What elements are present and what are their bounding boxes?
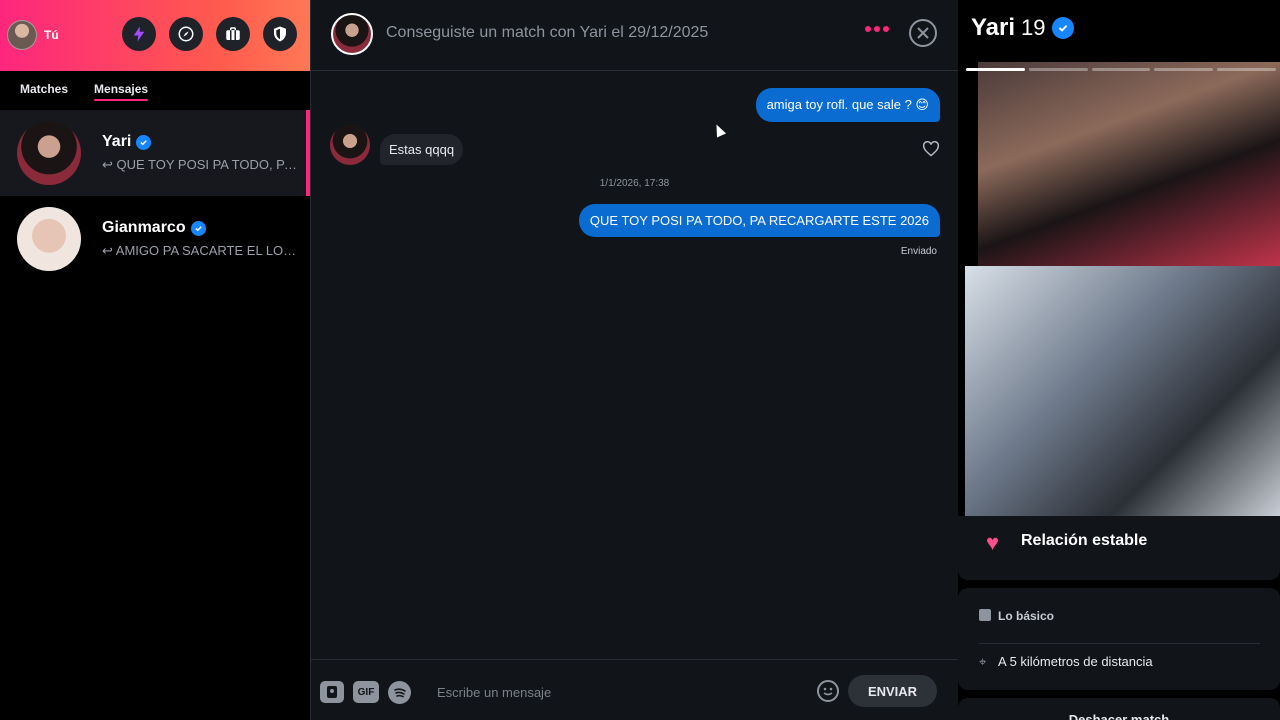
my-avatar[interactable]	[7, 20, 37, 50]
distance-text: A 5 kilómetros de distancia	[998, 654, 1153, 669]
send-button[interactable]: ENVIAR	[848, 675, 937, 707]
match-avatar[interactable]	[331, 13, 373, 55]
unmatch-card: Deshacer match	[958, 698, 1280, 720]
verified-badge-icon	[190, 220, 206, 236]
profile-age: 19	[1021, 15, 1046, 40]
photo-indicator[interactable]	[966, 68, 1025, 71]
sidebar-header: Tú	[0, 0, 310, 71]
chat-panel: Conseguiste un match con Yari el 29/12/2…	[311, 0, 958, 720]
relationship-goal: Relación estable	[1021, 532, 1148, 549]
tab-matches[interactable]: Matches	[20, 82, 68, 100]
divider	[979, 643, 1260, 644]
photo-indicator[interactable]	[1028, 68, 1088, 71]
conversation-name-label: Yari	[102, 133, 132, 150]
sent-message[interactable]: amiga toy rofl. que sale ? 😊	[755, 88, 940, 122]
dot-icon	[883, 26, 889, 32]
photo-indicator[interactable]	[1217, 68, 1276, 71]
profile-header: Yari 19	[971, 14, 1074, 42]
conversation-name: Gianmarco	[102, 219, 302, 237]
conversation-text: Yari ↩ QUE TOY POSI PA TODO, PA RECARGAR…	[102, 133, 302, 173]
heart-arrow-icon: ♥	[986, 530, 1000, 555]
tab-messages[interactable]: Mensajes	[94, 82, 149, 101]
sidebar: Tú Matches Mensajes Yari ↩ QUE TOY POSI …	[0, 0, 311, 720]
location-pin-icon: ⌖	[979, 654, 987, 669]
verified-badge-icon	[136, 134, 152, 150]
avatar	[17, 121, 81, 185]
explore-icon	[178, 26, 194, 42]
sidebar-tabs: Matches Mensajes	[20, 82, 149, 101]
conversation-text: Gianmarco ↩ AMIGO PA SACARTE EL LOOK	[102, 219, 302, 259]
profile-name: Yari	[971, 14, 1016, 41]
message-input[interactable]	[437, 682, 797, 702]
profile-photo[interactable]	[978, 62, 1280, 266]
conversation-name-label: Gianmarco	[102, 219, 186, 236]
photo-indicator[interactable]	[1154, 68, 1214, 71]
dot-icon	[865, 26, 871, 32]
dot-icon	[874, 26, 880, 32]
webcam-overlay	[965, 266, 1280, 516]
mouse-cursor-icon	[711, 122, 727, 138]
chat-header: Conseguiste un match con Yari el 29/12/2…	[311, 0, 958, 71]
profile-card-icon	[979, 609, 991, 621]
profile-panel: Yari 19 ♥ Relación estable Lo básico ⌖ A…	[958, 0, 1280, 720]
conversation-preview: ↩ QUE TOY POSI PA TODO, PA RECARGARTE ES…	[102, 157, 298, 172]
my-profile-label[interactable]: Tú	[44, 28, 59, 42]
emoji-icon	[823, 687, 833, 696]
basics-heading: Lo básico	[998, 609, 1055, 623]
verified-badge-icon	[1051, 17, 1074, 39]
emoji-button[interactable]	[817, 680, 839, 702]
boost-button[interactable]	[122, 17, 156, 51]
sent-message[interactable]: QUE TOY POSI PA TODO, PA RECARGARTE ESTE…	[578, 204, 940, 237]
close-chat-button[interactable]	[909, 19, 937, 47]
avatar[interactable]	[330, 125, 370, 165]
conversation-name: Yari	[102, 133, 302, 151]
sticker-icon	[327, 686, 337, 698]
conversation-preview: ↩ AMIGO PA SACARTE EL LOOK	[102, 243, 298, 258]
work-button[interactable]	[216, 17, 250, 51]
message-composer: GIF ENVIAR	[311, 659, 958, 720]
photo-progress	[966, 68, 1276, 71]
conversation-item-gianmarco[interactable]: Gianmarco ↩ AMIGO PA SACARTE EL LOOK	[0, 196, 310, 282]
conversation-item-yari[interactable]: Yari ↩ QUE TOY POSI PA TODO, PA RECARGAR…	[0, 110, 310, 196]
shield-icon	[274, 26, 286, 42]
like-heart-icon[interactable]	[922, 141, 940, 157]
sent-status: Enviado	[900, 246, 937, 257]
more-options-button[interactable]	[865, 26, 889, 32]
gif-button[interactable]: GIF	[353, 681, 379, 703]
relationship-card: ♥ Relación estable	[958, 516, 1280, 580]
avatar	[17, 207, 81, 271]
explore-button[interactable]	[169, 17, 203, 51]
briefcase-icon	[226, 27, 240, 40]
basics-card: Lo básico ⌖ A 5 kilómetros de distancia	[958, 588, 1280, 690]
sticker-button[interactable]	[320, 681, 344, 703]
received-message[interactable]: Estas qqqq	[380, 134, 464, 165]
spotify-icon	[393, 687, 406, 697]
bolt-icon	[133, 26, 145, 42]
safety-button[interactable]	[263, 17, 297, 51]
photo-indicator[interactable]	[1091, 68, 1151, 71]
close-icon	[917, 27, 929, 39]
unmatch-button[interactable]: Deshacer match	[958, 712, 1280, 720]
match-info: Conseguiste un match con Yari el 29/12/2…	[386, 24, 709, 41]
spotify-button[interactable]	[388, 681, 411, 704]
message-timestamp: 1/1/2026, 17:38	[599, 178, 670, 189]
